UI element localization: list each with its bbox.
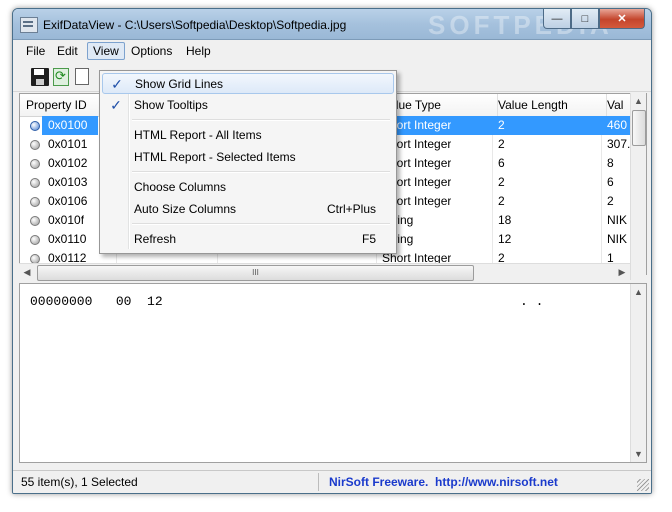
menu-help[interactable]: Help — [181, 43, 216, 59]
hex-line: 00000000 00 12 — [30, 294, 163, 309]
cell-value-length: 12 — [498, 232, 512, 246]
window-title: ExifDataView - C:\Users\Softpedia\Deskto… — [43, 18, 347, 32]
cell-property-id: 0x0100 — [48, 118, 88, 132]
check-icon: ✓ — [111, 76, 123, 92]
list-horizontal-scrollbar[interactable]: ◀ III ▶ — [19, 263, 630, 281]
column-header-value-length[interactable]: Value Length — [492, 94, 607, 116]
app-window: ExifDataView - C:\Users\Softpedia\Deskto… — [12, 8, 652, 494]
status-bar: 55 item(s), 1 Selected NirSoft Freeware.… — [13, 470, 651, 493]
menu-item-html-report-all[interactable]: HTML Report - All Items — [102, 125, 392, 146]
menu-item-label: Auto Size Columns — [134, 202, 237, 216]
menu-item-label: HTML Report - Selected Items — [134, 150, 296, 164]
menu-item-auto-size-columns[interactable]: Auto Size Columns Ctrl+Plus — [102, 199, 392, 220]
cell-property-id: 0x0102 — [48, 156, 88, 170]
menu-item-label: Show Grid Lines — [135, 77, 224, 91]
status-divider — [318, 473, 319, 491]
cell-property-id: 0x0101 — [48, 137, 88, 151]
menu-item-label: Choose Columns — [134, 180, 227, 194]
status-item-count: 55 item(s), 1 Selected — [21, 475, 138, 489]
refresh-icon[interactable] — [53, 68, 69, 86]
hex-ascii: . . — [520, 294, 544, 309]
title-bar[interactable]: ExifDataView - C:\Users\Softpedia\Deskto… — [13, 9, 651, 40]
menu-bar: File Edit View Options Help — [13, 41, 651, 61]
scroll-up-icon[interactable]: ▲ — [631, 284, 646, 300]
menu-item-show-grid-lines[interactable]: ✓ Show Grid Lines — [102, 73, 394, 94]
resize-grip-icon[interactable] — [637, 479, 649, 491]
save-icon[interactable] — [31, 68, 49, 86]
row-status-icon — [30, 159, 40, 169]
close-button[interactable]: ✕ — [599, 9, 645, 29]
menu-item-label: Refresh — [134, 232, 177, 246]
scroll-down-icon[interactable]: ▼ — [631, 446, 646, 462]
menu-separator — [132, 171, 390, 173]
scroll-thumb[interactable]: III — [37, 265, 474, 281]
app-icon — [20, 17, 38, 33]
scroll-left-icon[interactable]: ◀ — [19, 264, 35, 281]
scroll-thumb[interactable] — [632, 110, 646, 146]
menu-item-label: HTML Report - All Items — [134, 128, 262, 142]
hex-vertical-scrollbar[interactable]: ▲ ▼ — [630, 284, 646, 462]
copy-icon[interactable] — [75, 68, 89, 85]
cell-property-id: 0x0106 — [48, 194, 88, 208]
menu-item-show-tooltips[interactable]: ✓ Show Tooltips — [102, 95, 392, 116]
check-icon: ✓ — [110, 97, 122, 113]
cell-value-length: 2 — [498, 194, 505, 208]
menu-options[interactable]: Options — [126, 43, 177, 59]
minimize-button[interactable]: — — [543, 9, 571, 29]
row-status-icon — [30, 197, 40, 207]
row-status-icon — [30, 216, 40, 226]
menu-item-shortcut: F5 — [361, 232, 376, 246]
row-status-icon — [30, 140, 40, 150]
row-status-icon — [30, 235, 40, 245]
menu-file[interactable]: File — [21, 43, 50, 59]
menu-item-shortcut: Ctrl+Plus — [326, 202, 376, 216]
cell-property-id: 0x010f — [48, 213, 85, 227]
nirsoft-link[interactable]: NirSoft Freeware. http://www.nirsoft.net — [329, 475, 558, 489]
menu-separator — [132, 119, 390, 121]
view-menu-dropdown: ✓ Show Grid Lines ✓ Show Tooltips HTML R… — [99, 70, 397, 254]
menu-item-refresh[interactable]: Refresh F5 — [102, 229, 392, 250]
scroll-up-icon[interactable]: ▲ — [631, 93, 646, 109]
cell-value-length: 2 — [498, 118, 505, 132]
maximize-button[interactable]: □ — [571, 9, 599, 29]
menu-separator — [132, 223, 390, 225]
hex-dump-pane[interactable]: 00000000 00 12 . . ▲ ▼ — [19, 283, 647, 463]
menu-item-label: Show Tooltips — [134, 98, 208, 112]
menu-item-html-report-selected[interactable]: HTML Report - Selected Items — [102, 147, 392, 168]
cell-value-length: 18 — [498, 213, 512, 227]
row-status-icon — [30, 178, 40, 188]
scroll-right-icon[interactable]: ▶ — [614, 264, 630, 281]
cell-value-length: 2 — [498, 137, 505, 151]
cell-value-length: 6 — [498, 156, 505, 170]
menu-edit[interactable]: Edit — [52, 43, 83, 59]
cell-property-id: 0x0110 — [48, 232, 87, 246]
cell-property-id: 0x0103 — [48, 175, 88, 189]
cell-value-length: 2 — [498, 175, 505, 189]
window-controls: — □ ✕ — [543, 9, 645, 29]
menu-item-choose-columns[interactable]: Choose Columns — [102, 177, 392, 198]
list-vertical-scrollbar[interactable]: ▲ — [630, 93, 646, 280]
row-status-icon — [30, 121, 40, 131]
menu-view[interactable]: View — [87, 42, 125, 60]
